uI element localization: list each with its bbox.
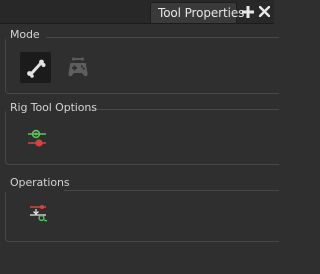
bone-mode-button[interactable] [20, 52, 51, 83]
tab-tool-properties[interactable]: Tool Properties [150, 2, 244, 23]
plus-icon [242, 5, 254, 18]
reset-rig-pose-icon [30, 205, 48, 222]
close-icon [258, 6, 270, 17]
tab-title: Tool Properties [158, 6, 245, 20]
panel-tab-bar: Tool Properties [0, 0, 274, 24]
rig-option-button[interactable] [27, 128, 47, 148]
operation-button[interactable] [29, 203, 49, 223]
rig-tool-options-title: Rig Tool Options [10, 101, 97, 114]
mode-section-title: Mode [10, 28, 40, 41]
operations-title: Operations [10, 176, 70, 189]
rig-bone-manipulator-icon [28, 129, 46, 147]
bone-tool-icon [26, 59, 45, 78]
game-mode-button[interactable] [62, 52, 93, 83]
close-panel-button[interactable] [256, 2, 272, 21]
gamepad-icon [67, 56, 88, 76]
add-tab-button[interactable] [240, 2, 256, 21]
